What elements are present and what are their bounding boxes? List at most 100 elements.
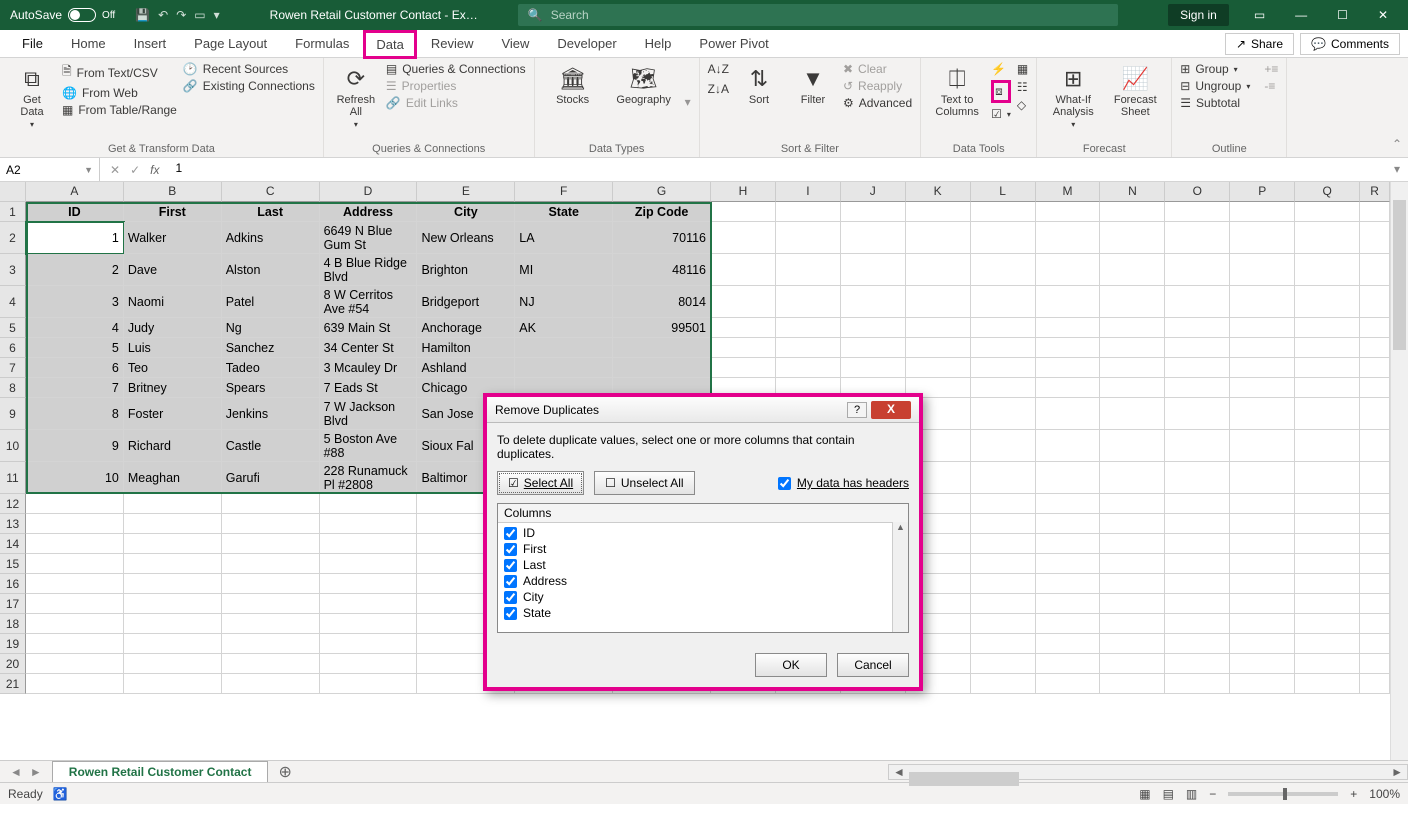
cell[interactable]	[1295, 202, 1360, 222]
col-header-G[interactable]: G	[613, 182, 711, 202]
cell[interactable]: Tadeo	[222, 358, 320, 378]
cell[interactable]	[1100, 286, 1165, 318]
cell[interactable]	[1360, 614, 1390, 634]
cell[interactable]	[1360, 674, 1390, 694]
col-header-A[interactable]: A	[26, 182, 124, 202]
cell[interactable]	[1230, 378, 1295, 398]
cell[interactable]	[222, 534, 320, 554]
comments-button[interactable]: 💬Comments	[1300, 33, 1400, 55]
cell[interactable]	[1230, 554, 1295, 574]
cell[interactable]	[124, 654, 222, 674]
from-text-csv-button[interactable]: 🗎From Text/CSV	[62, 62, 177, 83]
cell[interactable]	[971, 358, 1036, 378]
cell[interactable]: ID	[26, 202, 124, 222]
cell[interactable]	[1165, 202, 1230, 222]
cell[interactable]: 5 Boston Ave #88	[320, 430, 418, 462]
cell[interactable]	[1295, 574, 1360, 594]
cell[interactable]	[1036, 254, 1101, 286]
cell[interactable]: Spears	[222, 378, 320, 398]
cell[interactable]	[1036, 514, 1101, 534]
cell[interactable]	[1360, 654, 1390, 674]
cell[interactable]	[1360, 358, 1390, 378]
stocks-button[interactable]: 🏛Stocks	[543, 62, 603, 110]
cell[interactable]	[26, 654, 124, 674]
cell[interactable]	[1165, 614, 1230, 634]
cell[interactable]	[222, 674, 320, 694]
cell[interactable]	[971, 674, 1036, 694]
cell[interactable]: 7 W Jackson Blvd	[320, 398, 418, 430]
cell[interactable]	[1100, 534, 1165, 554]
whatif-button[interactable]: ⊞What-If Analysis▾	[1045, 62, 1101, 133]
cell[interactable]: Dave	[124, 254, 222, 286]
cell[interactable]	[1036, 674, 1101, 694]
column-checkbox-first[interactable]: First	[504, 541, 902, 557]
cell[interactable]	[222, 634, 320, 654]
cell[interactable]	[1360, 202, 1390, 222]
chevron-down-icon[interactable]: ▾	[685, 95, 691, 109]
cell[interactable]	[124, 674, 222, 694]
cell[interactable]	[1295, 338, 1360, 358]
column-checkbox-address[interactable]: Address	[504, 573, 902, 589]
cell[interactable]	[222, 614, 320, 634]
tab-view[interactable]: View	[487, 30, 543, 57]
cell[interactable]: LA	[515, 222, 613, 254]
cell[interactable]	[1230, 430, 1295, 462]
cell[interactable]: 10	[26, 462, 124, 494]
cell[interactable]	[971, 634, 1036, 654]
cell[interactable]	[1100, 378, 1165, 398]
cell[interactable]: Garufi	[222, 462, 320, 494]
enter-formula-icon[interactable]: ✓	[130, 163, 140, 177]
cell[interactable]	[1360, 338, 1390, 358]
cell[interactable]	[906, 222, 971, 254]
cell[interactable]: Ashland	[417, 358, 515, 378]
cell[interactable]	[1165, 634, 1230, 654]
col-header-N[interactable]: N	[1100, 182, 1165, 202]
cell[interactable]	[971, 398, 1036, 430]
cell[interactable]	[906, 254, 971, 286]
cell[interactable]: Zip Code	[613, 202, 711, 222]
scroll-left-icon[interactable]: ◄	[889, 765, 909, 779]
signin-button[interactable]: Sign in	[1168, 4, 1229, 26]
cell[interactable]: Walker	[124, 222, 222, 254]
cell[interactable]	[1295, 634, 1360, 654]
cell[interactable]	[841, 286, 906, 318]
cell[interactable]	[1036, 398, 1101, 430]
cell[interactable]: Judy	[124, 318, 222, 338]
cell[interactable]	[124, 574, 222, 594]
cell[interactable]	[1295, 654, 1360, 674]
cell[interactable]	[711, 202, 776, 222]
cell[interactable]: 8014	[613, 286, 711, 318]
cell[interactable]: Alston	[222, 254, 320, 286]
sheet-prev-icon[interactable]: ◄	[10, 765, 22, 779]
cell[interactable]	[971, 222, 1036, 254]
advanced-button[interactable]: ⚙Advanced	[843, 96, 912, 110]
tab-developer[interactable]: Developer	[543, 30, 630, 57]
forecast-button[interactable]: 📈Forecast Sheet	[1107, 62, 1163, 122]
accessibility-icon[interactable]: ♿	[53, 787, 68, 801]
horizontal-scrollbar[interactable]: ◄ ►	[888, 764, 1408, 780]
dialog-help-button[interactable]: ?	[847, 402, 867, 418]
sort-asc-button[interactable]: A↓Z	[708, 62, 729, 76]
save-icon[interactable]: 💾	[135, 8, 150, 22]
cell[interactable]: Luis	[124, 338, 222, 358]
from-table-button[interactable]: ▦From Table/Range	[62, 103, 177, 117]
cell[interactable]	[971, 554, 1036, 574]
col-header-L[interactable]: L	[971, 182, 1036, 202]
cell[interactable]	[1295, 614, 1360, 634]
cell[interactable]	[906, 202, 971, 222]
cell[interactable]	[320, 494, 418, 514]
cell[interactable]	[320, 674, 418, 694]
cell[interactable]	[1360, 494, 1390, 514]
cell[interactable]	[222, 494, 320, 514]
maximize-icon[interactable]: ☐	[1332, 8, 1353, 22]
tab-page-layout[interactable]: Page Layout	[180, 30, 281, 57]
cell[interactable]: Hamilton	[417, 338, 515, 358]
cell[interactable]: 3 Mcauley Dr	[320, 358, 418, 378]
cell[interactable]: 8	[26, 398, 124, 430]
column-checkbox-city[interactable]: City	[504, 589, 902, 605]
cell[interactable]: Sanchez	[222, 338, 320, 358]
cell[interactable]	[1100, 594, 1165, 614]
cell[interactable]: Address	[320, 202, 418, 222]
cell[interactable]	[1100, 614, 1165, 634]
col-header-M[interactable]: M	[1036, 182, 1101, 202]
